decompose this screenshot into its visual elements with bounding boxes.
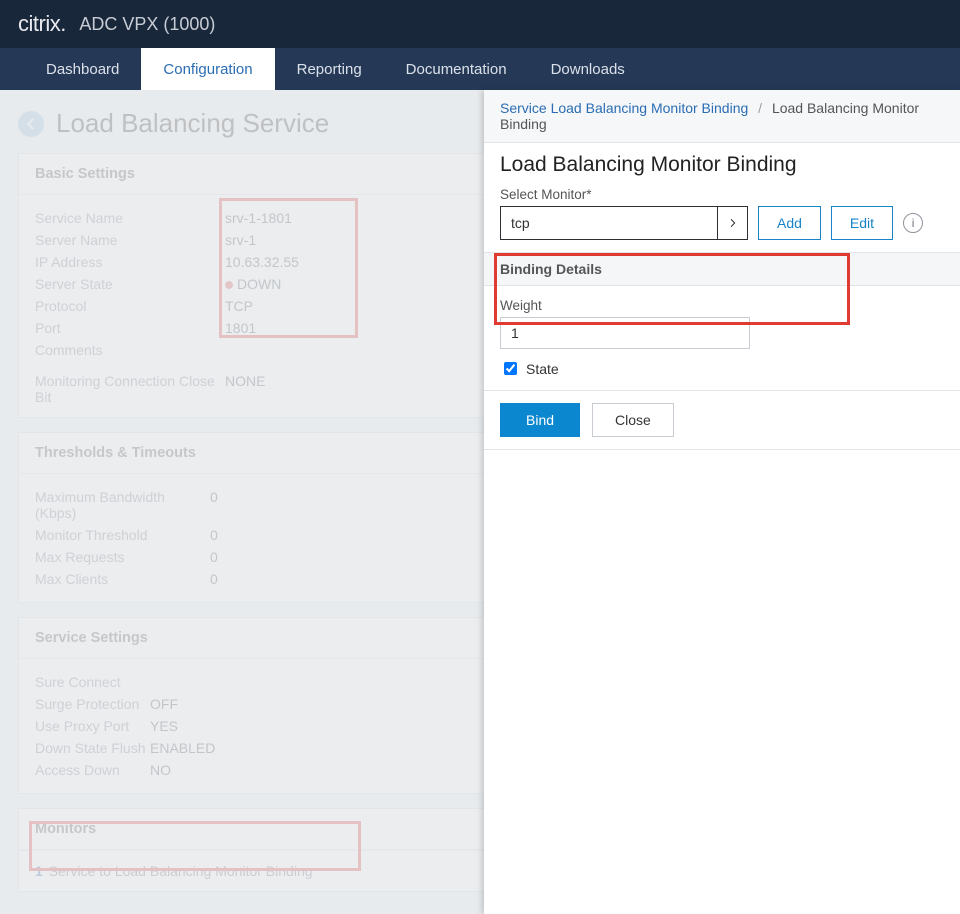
value-ip-address: 10.63.32.55	[225, 254, 299, 270]
value-access-down: NO	[150, 762, 171, 778]
label-port: Port	[35, 320, 225, 336]
panel-actions: Bind Close	[484, 391, 960, 449]
label-access-down: Access Down	[35, 762, 150, 778]
label-max-req: Max Requests	[35, 549, 210, 565]
label-max-clients: Max Clients	[35, 571, 210, 587]
state-label: State	[526, 361, 559, 377]
edit-button[interactable]: Edit	[831, 206, 893, 240]
value-proxy: YES	[150, 718, 178, 734]
state-checkbox[interactable]	[504, 362, 517, 375]
label-comments: Comments	[35, 342, 225, 358]
brand-suffix: .	[60, 11, 65, 37]
value-flush: ENABLED	[150, 740, 215, 756]
value-max-req: 0	[210, 549, 218, 565]
state-down-icon	[225, 281, 233, 289]
select-monitor-section: Select Monitor* tcp Add Edit i	[484, 187, 960, 252]
value-mon-close: NONE	[225, 373, 265, 405]
value-mon-threshold: 0	[210, 527, 218, 543]
breadcrumb-sep: /	[758, 100, 762, 116]
tab-documentation[interactable]: Documentation	[384, 48, 529, 90]
panel-actions-wrap: Bind Close	[484, 390, 960, 450]
state-row: State	[500, 359, 944, 378]
info-icon[interactable]: i	[903, 213, 923, 233]
monitors-count: 1	[35, 863, 43, 879]
label-proxy: Use Proxy Port	[35, 718, 150, 734]
value-server-name: srv-1	[225, 232, 256, 248]
brand-logo: citrix.	[18, 11, 65, 37]
label-server-name: Server Name	[35, 232, 225, 248]
label-protocol: Protocol	[35, 298, 225, 314]
weight-input[interactable]	[500, 317, 750, 349]
label-mon-threshold: Monitor Threshold	[35, 527, 210, 543]
monitors-link-text: Service to Load Balancing Monitor Bindin…	[49, 863, 313, 879]
select-monitor-row: tcp Add Edit i	[500, 206, 944, 240]
primary-tabs: Dashboard Configuration Reporting Docume…	[0, 48, 960, 90]
brand-name: citrix	[18, 11, 60, 37]
value-port: 1801	[225, 320, 256, 336]
product-label: ADC VPX (1000)	[79, 14, 215, 35]
page-body: Load Balancing Service Basic Settings Se…	[0, 90, 960, 914]
value-server-state: DOWN	[225, 276, 281, 292]
select-monitor-combobox[interactable]: tcp	[500, 206, 748, 240]
binding-details-heading: Binding Details	[484, 252, 960, 286]
panel-title: Load Balancing Monitor Binding	[484, 143, 960, 187]
label-server-state: Server State	[35, 276, 225, 292]
tab-dashboard[interactable]: Dashboard	[24, 48, 141, 90]
label-ip-address: IP Address	[35, 254, 225, 270]
page-title: Load Balancing Service	[56, 108, 329, 139]
tab-reporting[interactable]: Reporting	[275, 48, 384, 90]
label-flush: Down State Flush	[35, 740, 150, 756]
bind-button[interactable]: Bind	[500, 403, 580, 437]
value-max-bw: 0	[210, 489, 218, 521]
weight-label: Weight	[500, 298, 944, 313]
value-service-name: srv-1-1801	[225, 210, 292, 226]
tab-downloads[interactable]: Downloads	[529, 48, 647, 90]
binding-details-section: Weight State	[484, 286, 960, 390]
label-surge: Surge Protection	[35, 696, 150, 712]
close-button[interactable]: Close	[592, 403, 674, 437]
breadcrumb-parent[interactable]: Service Load Balancing Monitor Binding	[500, 100, 748, 116]
app-root: citrix. ADC VPX (1000) Dashboard Configu…	[0, 0, 960, 914]
value-max-clients: 0	[210, 571, 218, 587]
label-service-name: Service Name	[35, 210, 225, 226]
value-server-state-text: DOWN	[237, 276, 281, 292]
select-monitor-label: Select Monitor*	[500, 187, 944, 202]
label-sure-connect: Sure Connect	[35, 674, 150, 690]
value-protocol: TCP	[225, 298, 253, 314]
chevron-right-icon[interactable]	[717, 207, 747, 239]
brand-bar: citrix. ADC VPX (1000)	[0, 0, 960, 48]
back-icon[interactable]	[18, 111, 44, 137]
label-max-bw: Maximum Bandwidth (Kbps)	[35, 489, 210, 521]
value-surge: OFF	[150, 696, 178, 712]
panel-breadcrumb: Service Load Balancing Monitor Binding /…	[484, 90, 960, 143]
label-mon-close: Monitoring Connection Close Bit	[35, 373, 225, 405]
add-button[interactable]: Add	[758, 206, 821, 240]
tab-configuration[interactable]: Configuration	[141, 48, 274, 90]
binding-panel: Service Load Balancing Monitor Binding /…	[484, 90, 960, 914]
select-monitor-value: tcp	[501, 207, 717, 239]
